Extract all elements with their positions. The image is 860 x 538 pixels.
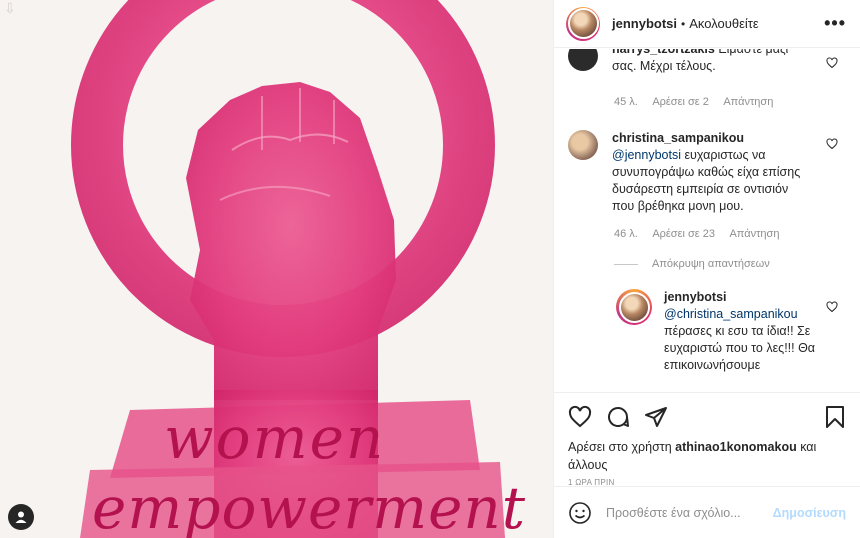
comment-meta: 45 λ. Αρέσει σε 2 Απάντηση (614, 96, 785, 108)
comment-body: christina_sampanikou @jennybotsi ευχαρισ… (612, 130, 812, 215)
action-icons-row (568, 405, 846, 431)
reply-author-avatar[interactable] (616, 289, 652, 325)
hide-replies-line (614, 263, 638, 265)
reply-mention[interactable]: @christina_sampanikou (664, 307, 798, 321)
author-username[interactable]: jennybotsi (612, 16, 677, 31)
publish-button[interactable]: Δημοσίευση (773, 506, 846, 520)
comment-mention[interactable]: @jennybotsi (612, 148, 681, 162)
comment-meta: 46 λ. Αρέσει σε 23 Απάντηση (614, 228, 791, 240)
comment-body: harrys_tzortzakis Είμαστε μαζί σας. Μέχρ… (612, 49, 812, 75)
comment-time[interactable]: 46 λ. (614, 228, 638, 240)
hide-replies-label: Απόκρυψη απαντήσεων (652, 258, 770, 270)
comment-likes[interactable]: Αρέσει σε 2 (652, 96, 709, 108)
likes-user[interactable]: athinao1konomakou (675, 440, 797, 454)
commenter-avatar[interactable] (568, 130, 598, 160)
reply-button[interactable]: Απάντηση (723, 96, 773, 108)
heart-icon[interactable] (568, 405, 592, 429)
post-actions: Αρέσει στο χρήστη athinao1konomakou και … (554, 392, 860, 538)
comment-time[interactable]: 45 λ. (614, 96, 638, 108)
image-caption-line-2: empowerment (92, 474, 527, 538)
comment-item: harrys_tzortzakis Είμαστε μαζί σας. Μέχρ… (568, 49, 846, 75)
share-icon[interactable] (644, 405, 668, 429)
reply-button[interactable]: Απάντηση (729, 228, 779, 240)
instagram-post-view: ⇩ women empowerment jennybotsi • Ακολουθ… (0, 0, 860, 538)
commenter-username[interactable]: harrys_tzortzakis (612, 49, 715, 56)
emoji-icon[interactable] (568, 501, 592, 525)
commenter-avatar[interactable] (568, 49, 598, 71)
like-comment-icon[interactable] (826, 301, 838, 313)
comment-item: christina_sampanikou @jennybotsi ευχαρισ… (568, 130, 846, 215)
bookmark-icon[interactable] (824, 405, 846, 429)
header-separator: • (681, 16, 686, 31)
image-caption-line-1: women (164, 404, 386, 472)
reply-username[interactable]: jennybotsi (664, 290, 727, 304)
post-image[interactable]: ⇩ women empowerment (0, 0, 553, 538)
follow-status[interactable]: Ακολουθείτε (689, 16, 758, 31)
user-tag-icon[interactable] (8, 504, 34, 530)
commenter-username[interactable]: christina_sampanikou (612, 131, 744, 145)
author-avatar[interactable] (566, 6, 600, 41)
likes-summary: Αρέσει στο χρήστη athinao1konomakou και … (568, 438, 820, 474)
like-comment-icon[interactable] (826, 57, 838, 69)
hide-replies-button[interactable]: Απόκρυψη απαντήσεων (614, 258, 770, 270)
comment-input[interactable]: Προσθέστε ένα σχόλιο... (606, 506, 773, 520)
comments-list[interactable]: harrys_tzortzakis Είμαστε μαζί σας. Μέχρ… (554, 49, 860, 392)
reply-body: jennybotsi @christina_sampanikou πέρασες… (664, 289, 824, 374)
more-options-icon[interactable]: ••• (824, 13, 846, 34)
likes-prefix: Αρέσει στο χρήστη (568, 440, 672, 454)
reply-item: jennybotsi @christina_sampanikou πέρασες… (616, 289, 846, 374)
add-comment-bar: Προσθέστε ένα σχόλιο... Δημοσίευση (554, 486, 860, 538)
comment-likes[interactable]: Αρέσει σε 23 (652, 228, 715, 240)
like-comment-icon[interactable] (826, 138, 838, 150)
reply-text: πέρασες κι εσυ τα ίδια!! Σε ευχαριστώ πο… (664, 324, 816, 372)
comment-icon[interactable] (606, 405, 630, 429)
photo-corner-icon: ⇩ (4, 0, 16, 16)
post-header: jennybotsi • Ακολουθείτε ••• (554, 0, 860, 48)
post-side-panel: jennybotsi • Ακολουθείτε ••• harrys_tzor… (553, 0, 860, 538)
